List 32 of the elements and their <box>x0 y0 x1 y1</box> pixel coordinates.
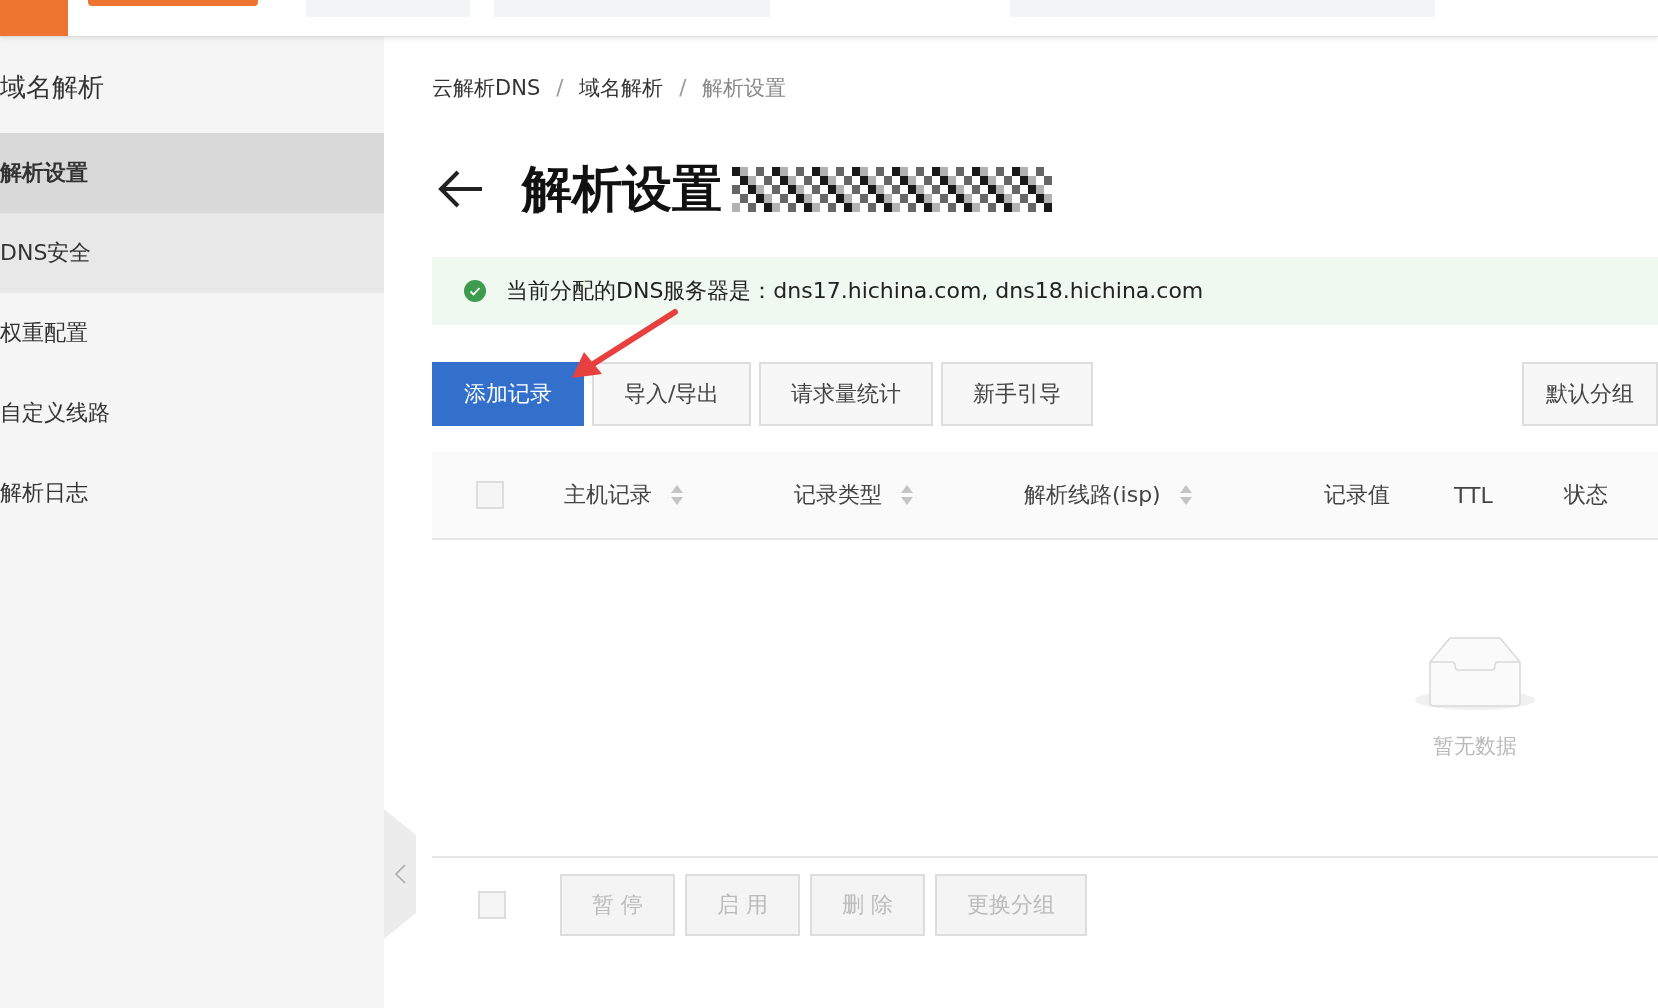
toolbar-button[interactable]: 请求量统计 <box>759 362 934 426</box>
column-header: 主机记录 <box>564 481 652 509</box>
group-button[interactable]: 默认分组 <box>1522 362 1658 426</box>
breadcrumb-link[interactable]: 云解析DNS <box>432 74 541 102</box>
check-circle-icon <box>464 280 486 302</box>
sidebar-item[interactable]: 权重配置 <box>0 293 384 373</box>
sidebar-item[interactable]: 解析日志 <box>0 453 384 533</box>
column-header: TTL <box>1454 482 1493 508</box>
chevron-left-icon <box>393 863 407 885</box>
breadcrumb-separator: / <box>556 76 564 100</box>
column-header: 记录类型 <box>794 481 882 509</box>
notice-text: 当前分配的DNS服务器是：dns17.hichina.com, dns18.hichina.com <box>506 277 1204 305</box>
sort-icon[interactable] <box>1178 483 1193 507</box>
empty-text: 暂无数据 <box>1433 733 1517 760</box>
sidebar-item[interactable]: DNS安全 <box>0 213 384 293</box>
breadcrumb-link[interactable]: 域名解析 <box>579 74 664 102</box>
toolbar-button[interactable]: 新手引导 <box>941 362 1094 426</box>
column-header: 解析线路(isp) <box>1024 481 1161 509</box>
sort-icon[interactable] <box>670 483 684 507</box>
toolbar-button[interactable]: 添加记录 <box>432 362 584 426</box>
select-all-checkbox[interactable] <box>476 481 504 509</box>
column-header: 状态 <box>1564 481 1608 509</box>
select-all-checkbox[interactable] <box>478 891 506 919</box>
toolbar-button[interactable]: 导入/导出 <box>592 362 752 426</box>
sidebar-item[interactable]: 解析设置 <box>0 133 384 213</box>
logo-block[interactable] <box>0 0 68 36</box>
sidebar-title: 域名解析 <box>0 71 105 104</box>
sort-icon[interactable] <box>900 483 914 507</box>
sidebar-item[interactable]: 自定义线路 <box>0 373 384 453</box>
column-header: 记录值 <box>1324 481 1390 509</box>
breadcrumb-separator: / <box>679 76 687 100</box>
page-title: 解析设置 <box>522 158 722 220</box>
